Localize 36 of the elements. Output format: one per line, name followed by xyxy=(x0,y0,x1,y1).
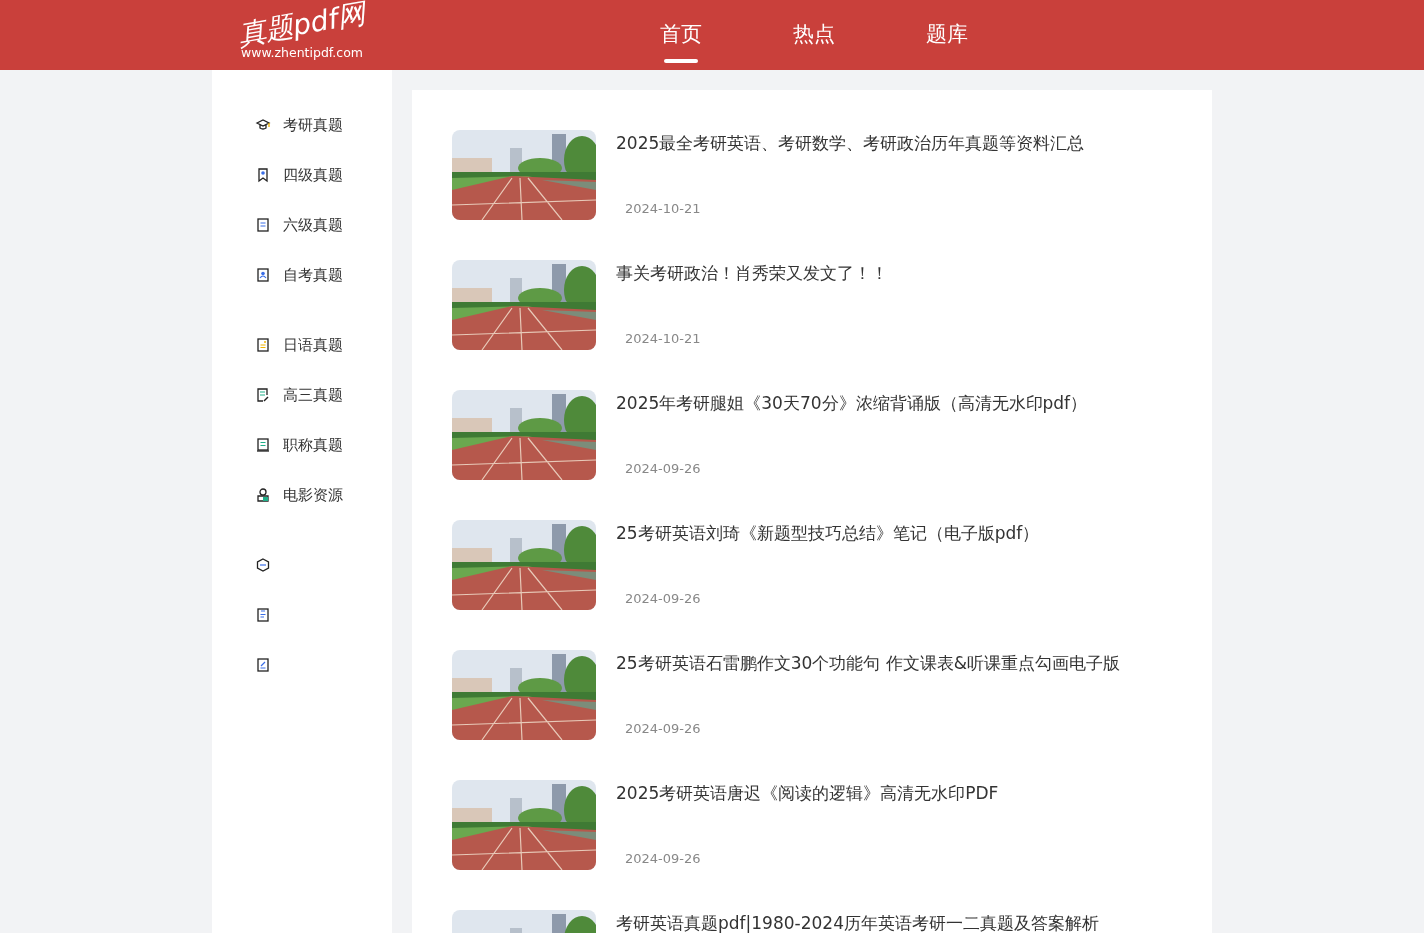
nav-tab[interactable]: 热点 xyxy=(770,0,858,70)
sidebar-item[interactable]: 考研真题 xyxy=(283,115,343,135)
article-date: 2024-10-21 xyxy=(624,201,702,216)
sidebar-item[interactable]: 职称真题 xyxy=(283,435,343,455)
document-icon xyxy=(255,437,271,453)
sidebar-item[interactable]: 高三真题 xyxy=(283,385,343,405)
article-title[interactable]: 25考研英语石雷鹏作文30个功能句 作文课表&听课重点勾画电子版 xyxy=(616,652,1120,675)
sidebar-item[interactable]: 四级真题 xyxy=(283,165,343,185)
document-icon xyxy=(255,217,271,233)
sidebar-item[interactable]: 电影资源 xyxy=(283,485,343,505)
person-icon xyxy=(255,487,271,503)
article-date: 2024-09-26 xyxy=(624,721,702,736)
article-title[interactable]: 2025最全考研英语、考研数学、考研政治历年真题等资料汇总 xyxy=(616,132,1085,155)
sidebar-item[interactable]: 自考真题 xyxy=(283,265,343,285)
profile-card-icon xyxy=(255,267,271,283)
article-date: 2024-09-26 xyxy=(624,461,702,476)
edit-document-icon xyxy=(255,387,271,403)
article-title[interactable]: 2025考研英语唐迟《阅读的逻辑》高清无水印PDF xyxy=(616,782,999,805)
article-title[interactable]: 考研英语真题pdf|1980-2024历年英语考研一二真题及答案解析 xyxy=(616,912,1099,933)
article-title[interactable]: 2025年考研腿姐《30天70分》浓缩背诵版（高清无水印pdf） xyxy=(616,392,1088,415)
document-icon xyxy=(255,337,271,353)
article-date: 2024-09-26 xyxy=(624,591,702,606)
article-date: 2024-09-26 xyxy=(624,851,702,866)
sidebar-item[interactable]: 六级真题 xyxy=(283,215,343,235)
article-title[interactable]: 事关考研政治！肖秀荣又发文了！！ xyxy=(616,262,888,285)
nav-tab[interactable]: 题库 xyxy=(903,0,991,70)
graduation-cap-icon xyxy=(255,117,271,133)
sidebar-item[interactable]: 日语真题 xyxy=(283,335,343,355)
active-indicator xyxy=(664,59,698,63)
document-icon[interactable] xyxy=(255,607,271,623)
article-title[interactable]: 25考研英语刘琦《新题型技巧总结》笔记（电子版pdf） xyxy=(616,522,1040,545)
edit-document-icon[interactable] xyxy=(255,657,271,673)
nav-tab[interactable]: 首页 xyxy=(637,0,725,70)
article-date: 2024-10-21 xyxy=(624,331,702,346)
hexagon-icon[interactable] xyxy=(255,557,271,573)
bookmark-icon xyxy=(255,167,271,183)
